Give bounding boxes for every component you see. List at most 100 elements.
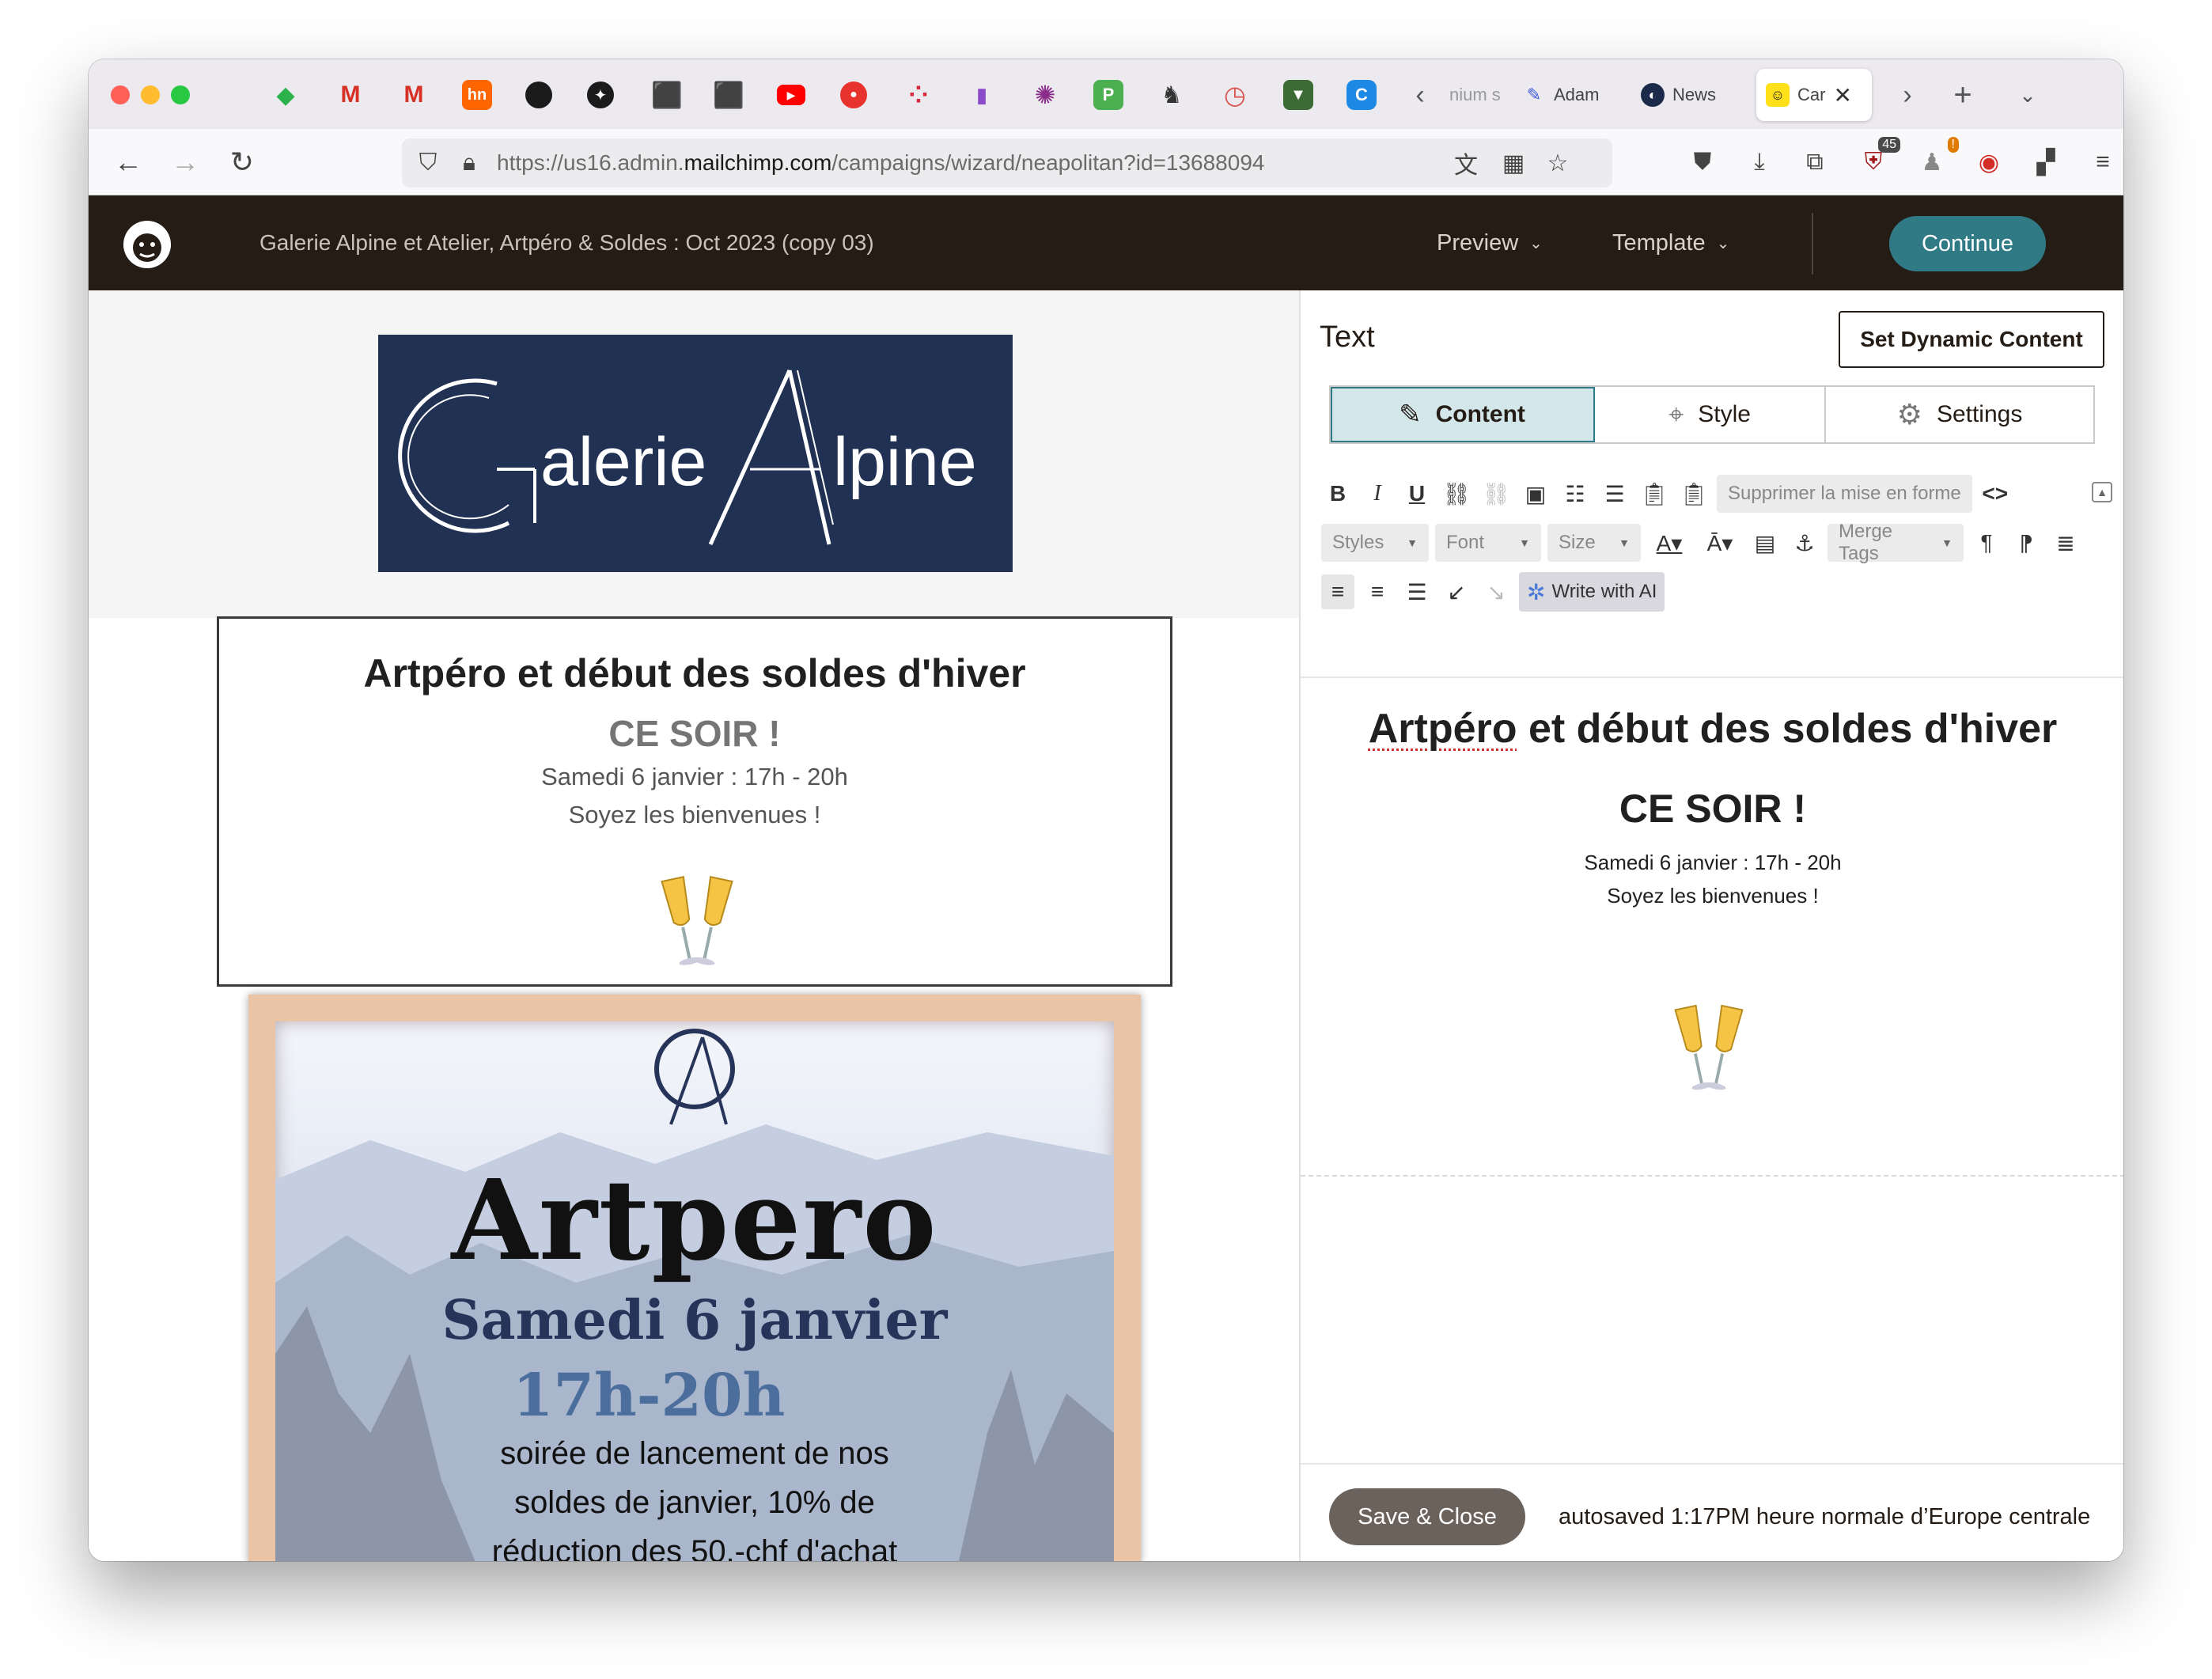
- url-text[interactable]: https://us16.admin.mailchimp.com/campaig…: [497, 150, 1264, 176]
- youtube-icon[interactable]: ▶: [777, 85, 805, 105]
- feedly-icon[interactable]: ◆: [271, 80, 301, 110]
- shop-icon[interactable]: ▮: [967, 80, 997, 110]
- ublock-icon[interactable]: ⛨ 45: [1856, 137, 1900, 180]
- align-right-icon[interactable]: ≡: [1361, 574, 1394, 609]
- dots-icon[interactable]: ⁘: [903, 80, 934, 110]
- mailchimp-logo-icon[interactable]: [117, 214, 177, 275]
- source-code-button[interactable]: <>: [1979, 476, 2012, 511]
- cube-icon[interactable]: ⬛: [713, 80, 744, 110]
- tab-style[interactable]: ⌖ Style: [1595, 387, 1826, 442]
- paste-icon[interactable]: 📋︎: [1638, 476, 1671, 511]
- image-icon[interactable]: ▣: [1519, 476, 1552, 511]
- align-center-icon[interactable]: ≡: [1321, 574, 1354, 609]
- cube-icon[interactable]: ⬛: [651, 80, 683, 110]
- tab-3[interactable]: ◐ News: [1631, 69, 1750, 121]
- target-icon[interactable]: ●: [840, 81, 867, 108]
- new-tab-button[interactable]: +: [1945, 77, 1981, 113]
- gmail-icon[interactable]: M: [335, 80, 366, 110]
- align-left-icon[interactable]: ≣: [2049, 525, 2082, 560]
- openai-icon[interactable]: ✦: [587, 81, 614, 108]
- numbered-list-icon[interactable]: ☷: [1559, 476, 1592, 511]
- justify-icon[interactable]: ☰: [1400, 574, 1434, 609]
- menu-icon[interactable]: ≡: [2085, 145, 2120, 180]
- tab-label: nium s: [1449, 85, 1501, 104]
- paragraph-ltr-icon[interactable]: ¶: [1970, 525, 2003, 560]
- email-preview[interactable]: alerie lpine Artpéro et début des soldes…: [89, 290, 1299, 1561]
- formatting-toolbar: B I U ⛓ ⛓ ▣ ☷ ☰ 📋︎ 📋︎ Supprimer la mise …: [1321, 472, 2120, 612]
- list-tabs-button[interactable]: ⌄: [2009, 77, 2046, 113]
- preview-menu[interactable]: Preview ⌄: [1437, 230, 1543, 256]
- shield-icon[interactable]: ▼: [1283, 80, 1313, 110]
- write-with-ai-button[interactable]: ✲ Write with AI: [1519, 572, 1665, 612]
- merge-tags-dropdown[interactable]: Merge Tags ▼: [1828, 521, 1964, 564]
- collapse-toolbar-button[interactable]: ▲: [2092, 482, 2112, 502]
- rich-text-area[interactable]: Artpéro et début des soldes d'hiver CE S…: [1301, 678, 2123, 1184]
- tab-active[interactable]: ☺ Car ✕: [1756, 69, 1872, 121]
- size-dropdown[interactable]: Size ▼: [1547, 524, 1641, 562]
- zoom-window-button[interactable]: [171, 85, 190, 104]
- template-menu[interactable]: Template ⌄: [1612, 230, 1729, 256]
- tab-content-label: Content: [1435, 401, 1525, 427]
- styles-dropdown[interactable]: Styles ▼: [1321, 524, 1429, 562]
- anchor-icon[interactable]: ⚓: [1788, 525, 1821, 560]
- redo-icon[interactable]: ↘: [1479, 574, 1513, 609]
- italic-button[interactable]: I: [1361, 476, 1394, 511]
- block-icon[interactable]: ▤: [1748, 525, 1782, 560]
- selected-text-block[interactable]: Artpéro et début des soldes d'hiver CE S…: [217, 616, 1172, 987]
- minimize-window-button[interactable]: [141, 85, 160, 104]
- toolbar-row-1: B I U ⛓ ⛓ ▣ ☷ ☰ 📋︎ 📋︎ Supprimer la mise …: [1321, 472, 2012, 515]
- url-path: /campaigns/wizard/neapolitan?id=13688094: [831, 150, 1265, 175]
- github-icon[interactable]: [525, 81, 552, 108]
- pocket-icon[interactable]: ⛊: [1685, 145, 1720, 180]
- tabs-scroll-right-button[interactable]: ›: [1889, 77, 1926, 113]
- url-bar[interactable]: ⛉ 🔒︎ https://us16.admin.mailchimp.com/ca…: [402, 138, 1612, 188]
- p-icon[interactable]: P: [1093, 80, 1123, 110]
- text-color-icon[interactable]: A▾: [1647, 525, 1691, 560]
- extensions-icon[interactable]: ⧉: [1797, 145, 1832, 180]
- lastpass-icon[interactable]: ◉: [1971, 145, 2006, 180]
- gear-icon[interactable]: ✺: [1030, 80, 1060, 110]
- tab-settings[interactable]: ⚙ Settings: [1826, 387, 2093, 442]
- link-icon[interactable]: ⛓: [1440, 476, 1473, 511]
- camel-icon[interactable]: ♞: [1157, 80, 1187, 110]
- close-tab-icon[interactable]: ✕: [1833, 82, 1851, 108]
- undo-icon[interactable]: ↙: [1440, 574, 1473, 609]
- brush-icon: ⌖: [1668, 399, 1684, 430]
- artpero-poster-image[interactable]: Artpero Samedi 6 janvier 17h-20h soirée …: [248, 995, 1141, 1561]
- bookmark-star-icon[interactable]: ☆: [1541, 146, 1574, 180]
- back-button[interactable]: ←: [109, 143, 147, 181]
- clock-icon[interactable]: ◷: [1220, 80, 1250, 110]
- c-icon[interactable]: C: [1347, 80, 1377, 110]
- tab-content[interactable]: ✎ Content: [1331, 387, 1595, 442]
- translate-icon[interactable]: 文: [1449, 146, 1483, 180]
- set-dynamic-content-button[interactable]: Set Dynamic Content: [1839, 311, 2104, 368]
- download-icon[interactable]: ⤓: [1742, 145, 1777, 180]
- forward-button[interactable]: →: [166, 143, 204, 181]
- close-window-button[interactable]: [111, 85, 130, 104]
- tab-2[interactable]: ✎ Adam: [1513, 69, 1623, 121]
- hn-icon[interactable]: hn: [462, 80, 492, 110]
- tracking-shield-icon[interactable]: ⛉: [411, 146, 445, 180]
- bold-button[interactable]: B: [1321, 476, 1354, 511]
- clear-formatting-button[interactable]: Supprimer la mise en forme: [1717, 475, 1972, 513]
- unlink-icon[interactable]: ⛓: [1479, 476, 1513, 511]
- save-close-button[interactable]: Save & Close: [1329, 1488, 1525, 1545]
- campaign-title[interactable]: Galerie Alpine et Atelier, Artpéro & Sol…: [259, 230, 874, 256]
- chevron-down-icon: ▼: [1407, 536, 1418, 549]
- apps-grid-icon[interactable]: ▞: [2028, 145, 2063, 180]
- continue-button[interactable]: Continue: [1889, 216, 2046, 271]
- paragraph-rtl-icon[interactable]: ⁋: [2009, 525, 2043, 560]
- bullet-list-icon[interactable]: ☰: [1598, 476, 1631, 511]
- bell-icon[interactable]: ♟!: [1915, 137, 1959, 180]
- paste-text-icon[interactable]: 📋︎: [1677, 476, 1710, 511]
- galerie-alpine-logo[interactable]: alerie lpine: [378, 335, 1013, 572]
- font-dropdown[interactable]: Font ▼: [1435, 524, 1541, 562]
- gmail-icon[interactable]: M: [399, 80, 429, 110]
- reload-button[interactable]: ↻: [223, 143, 261, 181]
- tabs-scroll-left-button[interactable]: ‹: [1402, 77, 1438, 113]
- editor-content-boundary: [1301, 1175, 2123, 1177]
- background-color-icon[interactable]: Ā▾: [1698, 525, 1742, 560]
- underline-button[interactable]: U: [1400, 476, 1434, 511]
- lock-icon[interactable]: 🔒︎: [453, 146, 486, 180]
- qr-code-icon[interactable]: ▦: [1497, 146, 1530, 180]
